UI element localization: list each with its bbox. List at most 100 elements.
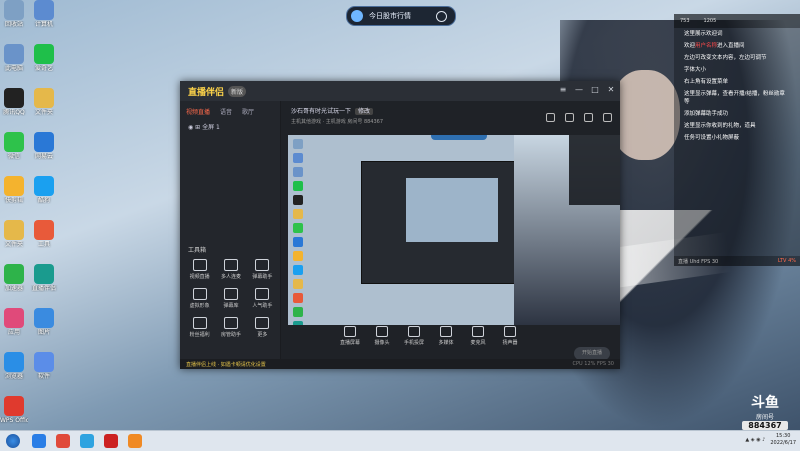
start-button[interactable]	[6, 434, 20, 448]
top-search-text: 今日股市行情	[369, 12, 411, 20]
desktop-icon[interactable]: 工具	[30, 220, 58, 248]
tool-item[interactable]: 房管助手	[215, 317, 246, 338]
app-icon	[4, 132, 24, 152]
preview-icon	[293, 209, 303, 219]
desktop-icon[interactable]: 爱奇艺	[30, 44, 58, 72]
desktop-icon[interactable]: 直播伴侣	[30, 264, 58, 292]
desktop-icon[interactable]: 图片	[30, 308, 58, 336]
minimize-icon[interactable]: —	[574, 85, 584, 95]
desktop-icon[interactable]: 计算机	[30, 0, 58, 28]
desktop-icon[interactable]: 快剪辑	[0, 176, 28, 204]
left-tab[interactable]: 语音	[220, 107, 232, 116]
tool-icon	[192, 259, 207, 271]
app-brand: 直播伴侣	[188, 87, 225, 98]
app-icon	[34, 176, 54, 196]
status-notice: 直播伴侣上线 · 如遇卡顿请优化设置	[186, 361, 266, 368]
tool-label: 虚拟形象	[189, 303, 210, 309]
desktop-icon[interactable]: 网易云	[30, 132, 58, 160]
desktop-icon[interactable]: 微信	[0, 132, 28, 160]
app-icon	[34, 44, 54, 64]
desktop-icon[interactable]: 酷狗	[30, 176, 58, 204]
desktop-icon[interactable]: 软件	[30, 352, 58, 380]
left-tab[interactable]: 视频直播	[186, 107, 210, 116]
bottom-tool[interactable]: 摄像头	[371, 326, 393, 346]
left-pane: 视频直播 语音 歌厅 ◉ ⊞ 全屏 1 工具箱 视频直播 多人连麦 弹幕助手 虚拟形象 弹幕…	[180, 101, 281, 359]
desktop-icon-label: 直播伴侣	[31, 285, 56, 292]
tool-label: 弹幕助手	[252, 274, 273, 280]
desktop-icon-label: 文件夹	[34, 109, 53, 116]
version-badge[interactable]: 新版	[228, 85, 247, 97]
bell-icon[interactable]	[603, 113, 612, 122]
desktop-icon[interactable]: 文件夹	[0, 220, 28, 248]
app-icon	[34, 352, 54, 372]
desktop-icon[interactable]: 文件夹	[30, 88, 58, 116]
preview-icon	[293, 167, 303, 177]
bottom-tool[interactable]: 扬声器	[499, 326, 521, 346]
bottom-toolbar: 直播屏幕 摄像头 手机投屏 多媒体 麦克风 扬声器	[339, 326, 521, 346]
desktop-icon-label: 文件夹	[4, 241, 23, 248]
tool-item[interactable]: 虚拟形象	[184, 288, 215, 309]
close-icon[interactable]: ✕	[606, 85, 616, 95]
taskbar-app-icon[interactable]	[104, 434, 118, 448]
tool-item[interactable]: 多人连麦	[215, 259, 246, 280]
tool-item[interactable]: 更多	[247, 317, 278, 338]
desktop-icon[interactable]: WPS Office	[0, 396, 28, 424]
tool-item[interactable]: 弹幕库	[215, 288, 246, 309]
bottom-tool[interactable]: 麦克风	[467, 326, 489, 346]
settings-icon[interactable]	[584, 113, 593, 122]
desktop-icon[interactable]: 回收站	[0, 0, 28, 28]
tool-item[interactable]: 人气助手	[247, 288, 278, 309]
bottom-tool-icon	[504, 326, 516, 337]
search-icon[interactable]	[436, 10, 447, 22]
bottom-tool[interactable]: 手机投屏	[403, 326, 425, 346]
maximize-icon[interactable]: □	[590, 85, 600, 95]
room-icon-bar	[546, 113, 612, 122]
bottom-tool-icon	[376, 326, 388, 337]
system-tray: ▲ ◈ ◉ ♪ 15:30 2022/6/17	[745, 433, 796, 447]
tool-label: 人气助手	[252, 303, 273, 309]
desktop-icon-label: 应用	[7, 329, 20, 336]
bottom-tool-label: 直播屏幕	[339, 340, 360, 346]
share-icon[interactable]	[565, 113, 574, 122]
desktop-icon[interactable]: 腾讯QQ	[0, 88, 28, 116]
desktop-icon-label: 此电脑	[4, 65, 23, 72]
tool-label: 弹幕库	[223, 303, 239, 309]
desktop-icon[interactable]: 加速器	[0, 264, 28, 292]
tool-icon	[192, 317, 207, 329]
taskbar-app-icon[interactable]	[80, 434, 94, 448]
preview-icon	[293, 223, 303, 233]
tool-item[interactable]: 弹幕助手	[247, 259, 278, 280]
left-tab[interactable]: 歌厅	[242, 107, 254, 116]
preview-icon	[293, 237, 303, 247]
desktop-icon-label: 酷狗	[37, 197, 50, 204]
preview-icon	[293, 153, 303, 163]
tool-item[interactable]: 粉丝福利	[184, 317, 215, 338]
taskbar: ▲ ◈ ◉ ♪ 15:30 2022/6/17	[0, 430, 800, 451]
taskbar-app-icon[interactable]	[128, 434, 142, 448]
preview-icon	[293, 307, 303, 317]
scene-item[interactable]: ◉ ⊞ 全屏 1	[180, 116, 280, 137]
preview-desktop-icons	[288, 135, 310, 325]
room-number: 884367	[742, 421, 788, 430]
tool-icon	[223, 259, 238, 271]
bottom-tool-label: 多媒体	[438, 340, 454, 346]
bottom-tool[interactable]: 多媒体	[435, 326, 457, 346]
top-search-widget[interactable]: 今日股市行情	[346, 6, 456, 26]
menu-icon[interactable]: ≡	[558, 85, 568, 95]
preview-icon	[293, 139, 303, 149]
clock[interactable]: 15:30 2022/6/17	[770, 433, 796, 447]
tool-item[interactable]: 视频直播	[184, 259, 215, 280]
chat-line: 任务可设置小礼物屏蔽	[684, 135, 740, 141]
stream-preview[interactable]	[288, 135, 620, 325]
live-companion-window: 直播伴侣 新版 ≡ — □ ✕ 视频直播 语音 歌厅 ◉ ⊞ 全屏 1 工具箱 视频…	[180, 81, 620, 369]
taskbar-app-icon[interactable]	[32, 434, 46, 448]
desktop-icon[interactable]: 应用	[0, 308, 28, 336]
app-icon	[4, 88, 24, 108]
tray-icons[interactable]: ▲ ◈ ◉ ♪	[745, 437, 765, 443]
room-edit-button[interactable]: 修改	[355, 108, 374, 115]
taskbar-app-icon[interactable]	[56, 434, 70, 448]
desktop-icon[interactable]: 浏览器	[0, 352, 28, 380]
lock-icon[interactable]	[546, 113, 555, 122]
desktop-icon[interactable]: 此电脑	[0, 44, 28, 72]
bottom-tool[interactable]: 直播屏幕	[339, 326, 361, 346]
